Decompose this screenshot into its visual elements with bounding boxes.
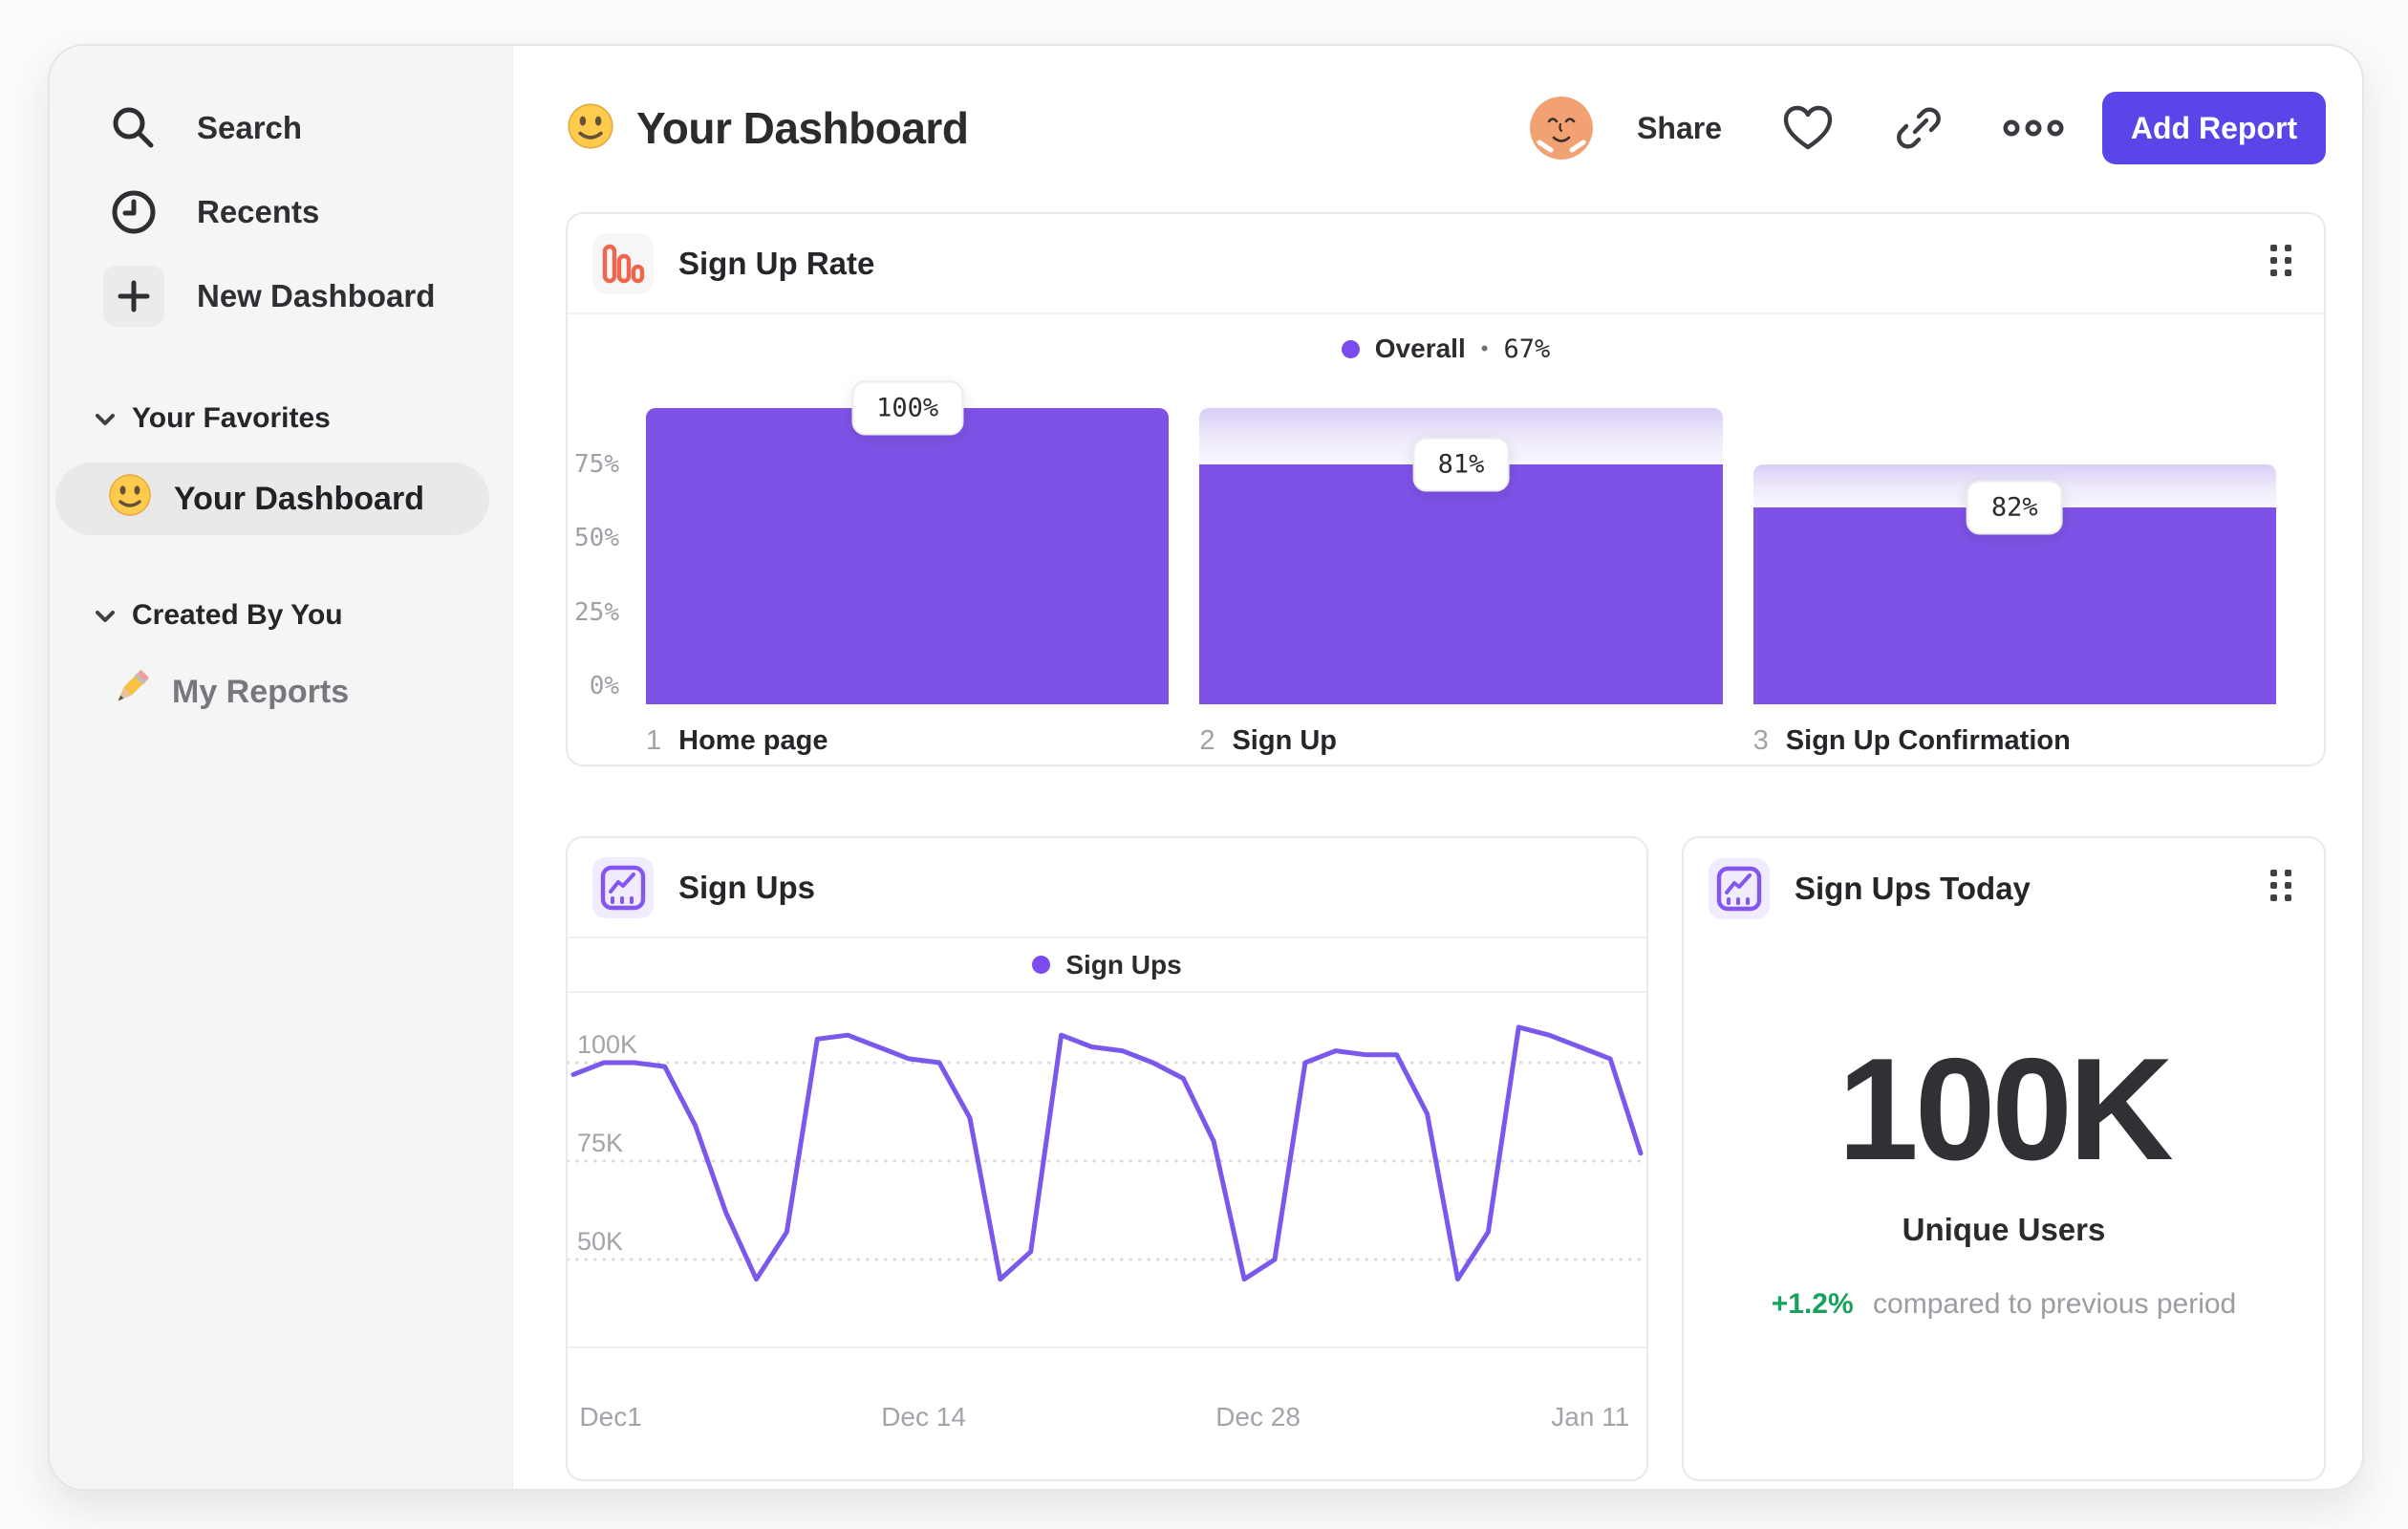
card-sign-ups: Sign Ups Sign Ups 100K 75K 50K Dec1 Dec 14 D…	[566, 836, 1648, 1481]
sidebar-item-label: Search	[197, 110, 303, 145]
sidebar-item-new-dashboard[interactable]: New Dashboard	[50, 254, 512, 338]
search-icon	[103, 97, 164, 159]
chevron-down-icon	[94, 599, 117, 632]
line-chart-icon	[1709, 857, 1770, 919]
sign-ups-legend: Sign Ups	[568, 938, 1646, 993]
line-y-tick: 75K	[577, 1129, 624, 1157]
dashboard-header: Your Dashboard Share Add Report	[566, 84, 2326, 172]
smiley-emoji-icon	[107, 472, 153, 527]
sidebar-item-label: My Reports	[172, 673, 350, 710]
sign-up-rate-header: Sign Up Rate	[568, 214, 2324, 314]
sidebar-item-search[interactable]: Search	[50, 86, 512, 170]
favorite-heart-button[interactable]	[1781, 104, 1835, 152]
line-y-tick: 100K	[577, 1030, 638, 1059]
legend-value: 67%	[1503, 334, 1551, 364]
page-title: Your Dashboard	[566, 101, 969, 156]
funnel-y-tick: 75%	[574, 449, 619, 479]
funnel-legend: Overall • 67%	[568, 314, 2324, 383]
line-x-tick: Dec1	[579, 1402, 642, 1432]
sign-ups-line-chart: 100K 75K 50K	[566, 993, 1648, 1346]
sign-ups-x-axis: Dec1 Dec 14 Dec 28 Jan 11	[568, 1346, 1646, 1479]
kpi-delta-text: compared to previous period	[1873, 1288, 2237, 1320]
legend-dot-icon	[1032, 956, 1051, 974]
funnel-chart: 75% 50% 25% 0% 100% 81% 82%	[574, 380, 2276, 704]
drag-handle-icon[interactable]	[2268, 866, 2293, 911]
funnel-value-badge: 82%	[1966, 480, 2063, 535]
sidebar-item-recents[interactable]: Recents	[50, 170, 512, 254]
step-name: Home page	[678, 725, 828, 756]
funnel-bar-converted-segment	[1752, 507, 2276, 704]
funnel-y-tick: 25%	[574, 597, 619, 627]
funnel-step-labels: 1 Home page 2 Sign Up 3 Sign Up Confirmation	[646, 725, 2276, 757]
sidebar-item-label: Recents	[197, 194, 320, 229]
clock-icon	[103, 182, 164, 243]
legend-name: Sign Ups	[1065, 949, 1182, 980]
funnel-value-badge: 81%	[1412, 437, 1510, 492]
page-title-text: Your Dashboard	[636, 103, 969, 153]
funnel-bars: 100% 81% 82%	[646, 380, 2276, 704]
funnel-bars-icon	[592, 232, 654, 294]
card-sign-ups-today: Sign Ups Today 100K Unique Users +1.2% c…	[1682, 836, 2326, 1481]
funnel-y-tick: 50%	[574, 524, 619, 552]
funnel-value-badge: 100%	[851, 380, 964, 436]
funnel-step-label: 2 Sign Up	[1199, 725, 1722, 757]
funnel-step-label: 1 Home page	[646, 725, 1169, 757]
sign-ups-header: Sign Ups	[568, 838, 1646, 938]
chevron-down-icon	[94, 402, 117, 435]
card-title: Sign Ups Today	[1795, 870, 2031, 906]
sidebar-item-label: New Dashboard	[197, 278, 436, 313]
step-index: 2	[1199, 725, 1215, 756]
sidebar-item-your-dashboard[interactable]: Your Dashboard	[55, 463, 489, 535]
legend-dot-icon	[1341, 339, 1360, 358]
header-actions: Share Add Report	[1530, 92, 2326, 164]
cards-row: Sign Ups Sign Ups 100K 75K 50K Dec1 Dec 14 D…	[566, 836, 2326, 1481]
funnel-step-label: 3 Sign Up Confirmation	[1753, 725, 2276, 757]
line-x-tick: Dec 28	[1215, 1402, 1301, 1432]
more-options-button[interactable]	[2003, 118, 2064, 139]
smiley-emoji-icon	[566, 101, 615, 156]
funnel-bar[interactable]: 100%	[646, 380, 1170, 704]
line-x-tick: Jan 11	[1551, 1402, 1630, 1432]
funnel-bar[interactable]: 82%	[1752, 408, 2276, 704]
sidebar-item-label: Your Dashboard	[174, 480, 424, 517]
app-window: Search Recents New Dashboard Your Favori…	[48, 44, 2364, 1491]
legend-name: Overall	[1374, 334, 1466, 363]
sidebar-item-my-reports[interactable]: My Reports	[50, 656, 512, 728]
sidebar: Search Recents New Dashboard Your Favori…	[50, 46, 513, 1489]
funnel-bar[interactable]: 81%	[1199, 408, 1723, 704]
main-content: Your Dashboard Share Add Report Sign Up …	[513, 46, 2362, 1489]
kpi-label: Unique Users	[1902, 1212, 2106, 1247]
card-title: Sign Ups	[678, 869, 816, 905]
avatar[interactable]	[1530, 97, 1594, 160]
add-report-button[interactable]: Add Report	[2102, 92, 2326, 164]
plus-icon	[103, 266, 164, 327]
funnel-bar-converted-segment	[1199, 463, 1723, 704]
card-title: Sign Up Rate	[678, 245, 875, 281]
card-sign-up-rate: Sign Up Rate Overall • 67% 75% 50% 25% 0% 1…	[566, 212, 2326, 766]
drag-handle-icon[interactable]	[2268, 241, 2293, 286]
legend-separator: •	[1480, 336, 1489, 360]
share-button[interactable]: Share	[1637, 111, 1722, 146]
section-label: Created By You	[132, 599, 343, 631]
sign-ups-series-line[interactable]	[570, 1024, 1644, 1282]
sidebar-section-created-by-you[interactable]: Created By You	[50, 585, 512, 646]
line-y-tick: 50K	[577, 1227, 624, 1256]
kpi-delta: +1.2%	[1771, 1288, 1854, 1320]
sidebar-section-your-favorites[interactable]: Your Favorites	[50, 388, 512, 449]
step-name: Sign Up	[1232, 725, 1338, 756]
line-x-tick: Dec 14	[881, 1402, 966, 1432]
step-name: Sign Up Confirmation	[1785, 725, 2071, 756]
kpi-delta-row: +1.2% compared to previous period	[1684, 1288, 2324, 1321]
pencil-emoji-icon	[109, 666, 153, 719]
copy-link-button[interactable]	[1894, 103, 1944, 153]
kpi-value: 100K	[1838, 1028, 2173, 1191]
step-index: 3	[1752, 725, 1769, 756]
section-label: Your Favorites	[132, 402, 331, 434]
funnel-y-tick: 0%	[589, 672, 619, 700]
line-chart-icon	[592, 856, 654, 918]
funnel-bar-converted-segment	[646, 408, 1170, 704]
step-index: 1	[646, 725, 662, 756]
sign-ups-today-header: Sign Ups Today	[1684, 838, 2324, 938]
